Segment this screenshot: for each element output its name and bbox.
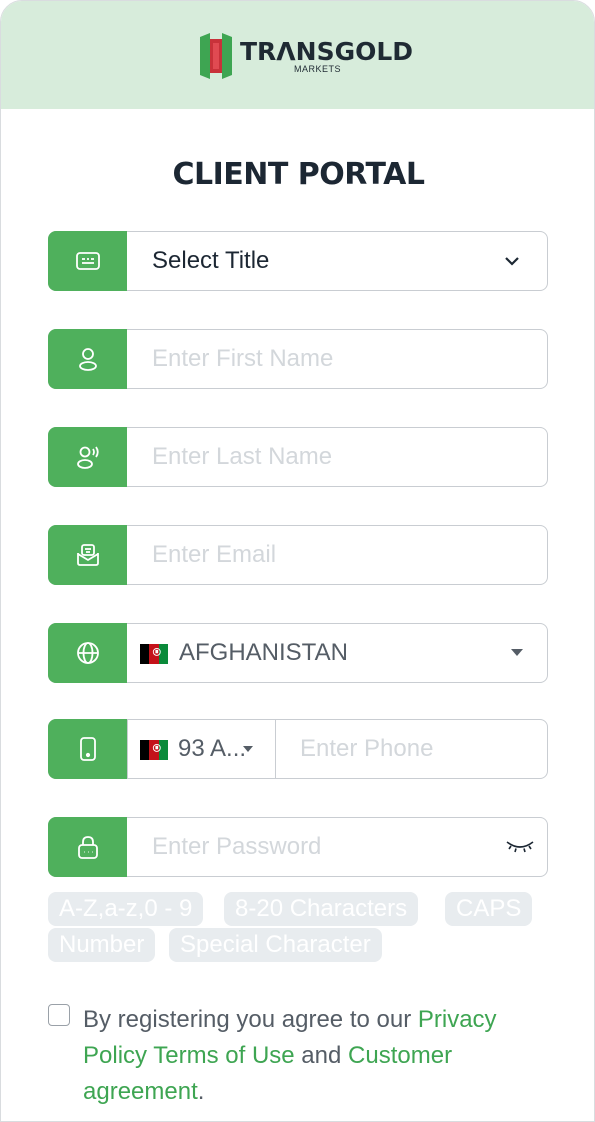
country-select[interactable]: AFGHANISTAN (48, 623, 548, 683)
agreement-text: By registering you agree to our Privacy … (83, 1002, 533, 1110)
agree-checkbox[interactable] (48, 1004, 70, 1026)
email-placeholder: Enter Email (152, 541, 277, 568)
afghanistan-flag-icon (140, 740, 168, 760)
agreement-and: and (294, 1042, 349, 1069)
title-select[interactable]: Select Title (48, 231, 548, 291)
lock-icon (48, 817, 127, 877)
phone-placeholder: Enter Phone (300, 735, 434, 762)
password-rule-chip: Special Character (169, 928, 382, 962)
phone-icon (48, 719, 127, 779)
brand-logo: TRΛNSGOLD MARKETS (198, 31, 413, 81)
globe-icon (48, 623, 127, 683)
country-value: AFGHANISTAN (179, 639, 348, 666)
agreement-suffix: . (197, 1078, 205, 1105)
phone-code-value: 93 A... (178, 735, 247, 762)
terms-of-use-link[interactable]: Terms of Use (153, 1042, 294, 1069)
caret-down-icon (511, 649, 523, 656)
password-rule-chip: CAPS (445, 892, 533, 926)
last-name-field[interactable]: Enter Last Name (48, 427, 548, 487)
eye-closed-icon[interactable] (505, 838, 535, 854)
password-rule-chip: Number (48, 928, 156, 962)
agreement-prefix: By registering you agree to our (83, 1006, 418, 1033)
logo-mark-icon (200, 33, 232, 79)
title-select-value: Select Title (152, 247, 270, 274)
email-icon (48, 525, 127, 585)
password-field[interactable]: Enter Password (48, 817, 548, 877)
password-placeholder: Enter Password (152, 833, 322, 860)
phone-code-select[interactable]: 93 A... (127, 719, 276, 779)
registration-card: TRΛNSGOLD MARKETS CLIENT PORTAL Select T… (0, 0, 595, 1122)
last-name-placeholder: Enter Last Name (152, 443, 333, 470)
email-field[interactable]: Enter Email (48, 525, 548, 585)
afghanistan-flag-icon (140, 644, 168, 664)
first-name-placeholder: Enter First Name (152, 345, 334, 372)
user-icon (48, 329, 127, 389)
password-rule-chip: A-Z,a-z,0 - 9 (48, 892, 204, 926)
phone-field[interactable]: 93 A... Enter Phone (48, 719, 548, 779)
caret-down-icon (243, 746, 253, 752)
id-card-icon (48, 231, 127, 291)
first-name-field[interactable]: Enter First Name (48, 329, 548, 389)
brand-name: TRΛNSGOLD (240, 37, 414, 66)
chevron-down-icon (505, 257, 519, 266)
header: TRΛNSGOLD MARKETS (1, 1, 594, 109)
user-voice-icon (48, 427, 127, 487)
page-title: CLIENT PORTAL (172, 157, 425, 192)
password-rule-chip: 8-20 Characters (224, 892, 419, 926)
